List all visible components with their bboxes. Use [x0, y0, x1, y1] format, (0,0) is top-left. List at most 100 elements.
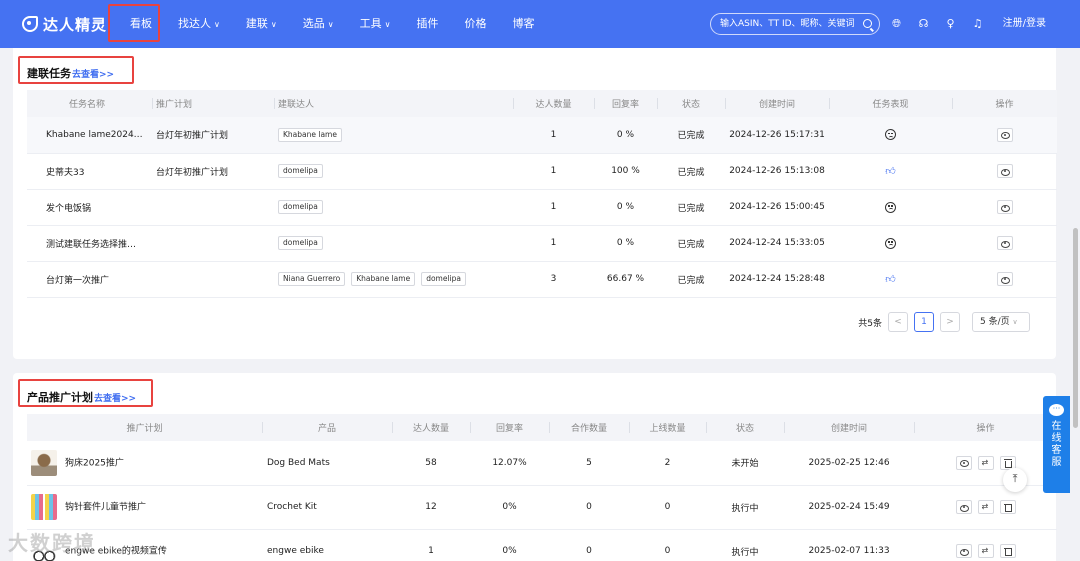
task-name: 史蒂夫33 — [27, 153, 152, 190]
outreach-more-link[interactable]: 去查看>> — [72, 70, 114, 80]
view-icon[interactable] — [955, 544, 972, 558]
nav-item-3[interactable]: 选品 ∨ — [290, 0, 347, 48]
campaign-name[interactable]: 钩针套件儿童节推广 — [65, 503, 146, 513]
back-to-top-button[interactable]: ⤒ — [1003, 468, 1027, 492]
influencer-count: 1 — [513, 189, 594, 226]
section-title: 建联任务去查看>> — [27, 65, 114, 81]
headset-icon[interactable]: ☊ — [917, 17, 930, 30]
influencer-tag[interactable]: domelipa — [278, 164, 323, 178]
outreach-task-card: 建联任务去查看>> 任务名称 推广计划 建联达人 达人数量 回复率 状态 创建时间 任务表现操… — [13, 48, 1057, 359]
table-row: 钩针套件儿童节推广 Crochet Kit 12 0% 0 0 执行中 2025-02-24 … — [27, 485, 1057, 530]
delete-icon[interactable] — [999, 544, 1016, 558]
online-count: 0 — [629, 485, 706, 530]
influencer-count: 1 — [513, 225, 594, 262]
influencer-count: 1 — [392, 529, 470, 561]
plan-name — [152, 225, 274, 262]
nav-item-0[interactable]: 看板 — [117, 0, 165, 48]
influencer-tags: Khabane lame — [274, 117, 513, 154]
view-icon[interactable] — [996, 272, 1013, 286]
plan-name — [152, 261, 274, 298]
reply-rate: 12.07% — [470, 441, 549, 486]
influencer-count: 1 — [513, 153, 594, 190]
switch-icon[interactable] — [977, 455, 994, 470]
column-header: 回复率 — [470, 414, 549, 441]
reply-rate: 0% — [470, 485, 549, 530]
nav-item-4[interactable]: 工具 ∨ — [347, 0, 404, 48]
influencer-count: 12 — [392, 485, 470, 530]
plan-name: 台灯年初推广计划 — [152, 153, 274, 190]
search-input[interactable]: 输入ASIN、TT ID、昵称、关键词 — [710, 13, 880, 35]
nav-item-5[interactable]: 插件 — [403, 0, 451, 48]
cooperation-count: 0 — [549, 485, 629, 530]
nav-item-1[interactable]: 找达人 ∨ — [165, 0, 233, 48]
bell-icon[interactable]: ♫ — [971, 17, 984, 30]
scrollbar-thumb[interactable] — [1073, 228, 1078, 428]
influencer-count: 1 — [513, 117, 594, 154]
nav-item-2[interactable]: 建联 ∨ — [233, 0, 290, 48]
influencer-tag[interactable]: Niana Guerrero — [278, 272, 346, 286]
delete-icon[interactable] — [999, 500, 1016, 514]
nav-item-label: 选品 — [302, 17, 325, 30]
login-link[interactable]: 注册/登录 — [1003, 0, 1046, 48]
campaigns-more-link[interactable]: 去查看>> — [94, 394, 136, 404]
logo-icon — [22, 16, 38, 32]
top-nav: 达人精灵 看板 找达人 ∨ 建联 ∨ 选品 ∨ 工具 ∨ 插件 价格 博客 输入ASIN、TT ID、… — [0, 0, 1080, 48]
sad-face-icon — [885, 129, 896, 141]
influencer-tag[interactable]: domelipa — [421, 272, 466, 286]
pagination-total: 共5条 — [858, 318, 882, 329]
cooperation-count: 5 — [549, 441, 629, 486]
switch-icon[interactable] — [977, 500, 994, 514]
nav-item-label: 找达人 — [178, 17, 212, 30]
logo[interactable]: 达人精灵 — [22, 14, 107, 35]
influencer-tag[interactable]: Khabane lame — [351, 272, 416, 286]
column-header: 状态 — [657, 90, 725, 117]
page-scrollbar[interactable] — [1070, 48, 1080, 561]
influencer-tag[interactable]: domelipa — [278, 236, 323, 250]
search-icon[interactable] — [863, 19, 872, 28]
watermark: 大数跨境 — [8, 531, 96, 555]
view-icon[interactable] — [996, 164, 1013, 178]
campaign-card: 产品推广计划去查看>> 推广计划 产品 达人数量 回复率 合作数量 上线数量 状态 创建时间操… — [13, 373, 1057, 561]
actions — [914, 485, 1057, 530]
table-row: 测试建联任务选择推… domelipa 1 0 % 已完成 2024-12-24 15:3… — [27, 225, 1057, 262]
next-page-button[interactable]: > — [940, 312, 960, 332]
globe-icon[interactable]: 🌐︎ — [890, 17, 903, 30]
page-size-select[interactable]: 5 条/页 ∨ — [972, 312, 1030, 332]
view-icon[interactable] — [996, 200, 1013, 214]
column-header: 推广计划 — [27, 414, 262, 441]
column-header: 推广计划 — [152, 90, 274, 117]
nav-item-label: 工具 — [359, 17, 382, 30]
product-name: engwe ebike — [262, 529, 392, 561]
view-icon[interactable] — [955, 500, 972, 514]
influencer-tag[interactable]: domelipa — [278, 200, 323, 214]
view-icon[interactable] — [996, 127, 1013, 142]
influencer-tag[interactable]: Khabane lame — [278, 127, 342, 142]
reply-rate: 66.67 % — [594, 261, 657, 298]
task-name: 台灯第一次推广 — [27, 261, 152, 298]
column-header: 创建时间 — [784, 414, 914, 441]
campaign-plan: 钩针套件儿童节推广 — [27, 485, 262, 530]
page-1-button[interactable]: 1 — [914, 312, 934, 332]
table-row: 狗床2025推广 Dog Bed Mats 58 12.07% 5 2 未开始 2025-02… — [27, 441, 1057, 486]
product-name: Crochet Kit — [262, 485, 392, 530]
column-header: 上线数量 — [629, 414, 706, 441]
switch-icon[interactable] — [977, 544, 994, 558]
online-service-button[interactable]: ··· 在线客服 — [1043, 396, 1070, 493]
nav-item-7[interactable]: 博客 — [499, 0, 547, 48]
campaign-name[interactable]: 狗床2025推广 — [65, 458, 124, 468]
column-header: 回复率 — [594, 90, 657, 117]
view-icon[interactable] — [996, 236, 1013, 250]
outreach-title: 建联任务 — [27, 67, 71, 80]
actions — [914, 529, 1057, 561]
lightbulb-icon[interactable]: ♀ — [944, 17, 957, 30]
status: 已完成 — [657, 225, 725, 262]
campaign-plan: 狗床2025推广 — [27, 441, 262, 486]
view-icon[interactable] — [955, 455, 972, 470]
created-time: 2024-12-24 15:28:48 — [725, 261, 829, 298]
prev-page-button[interactable]: < — [888, 312, 908, 332]
actions — [952, 153, 1057, 190]
nav-item-6[interactable]: 价格 — [451, 0, 499, 48]
table-row: 台灯第一次推广 Niana Guerrero Khabane lame domelip… — [27, 261, 1057, 298]
cooperation-count: 0 — [549, 529, 629, 561]
created-time: 2025-02-24 15:49 — [784, 485, 914, 530]
